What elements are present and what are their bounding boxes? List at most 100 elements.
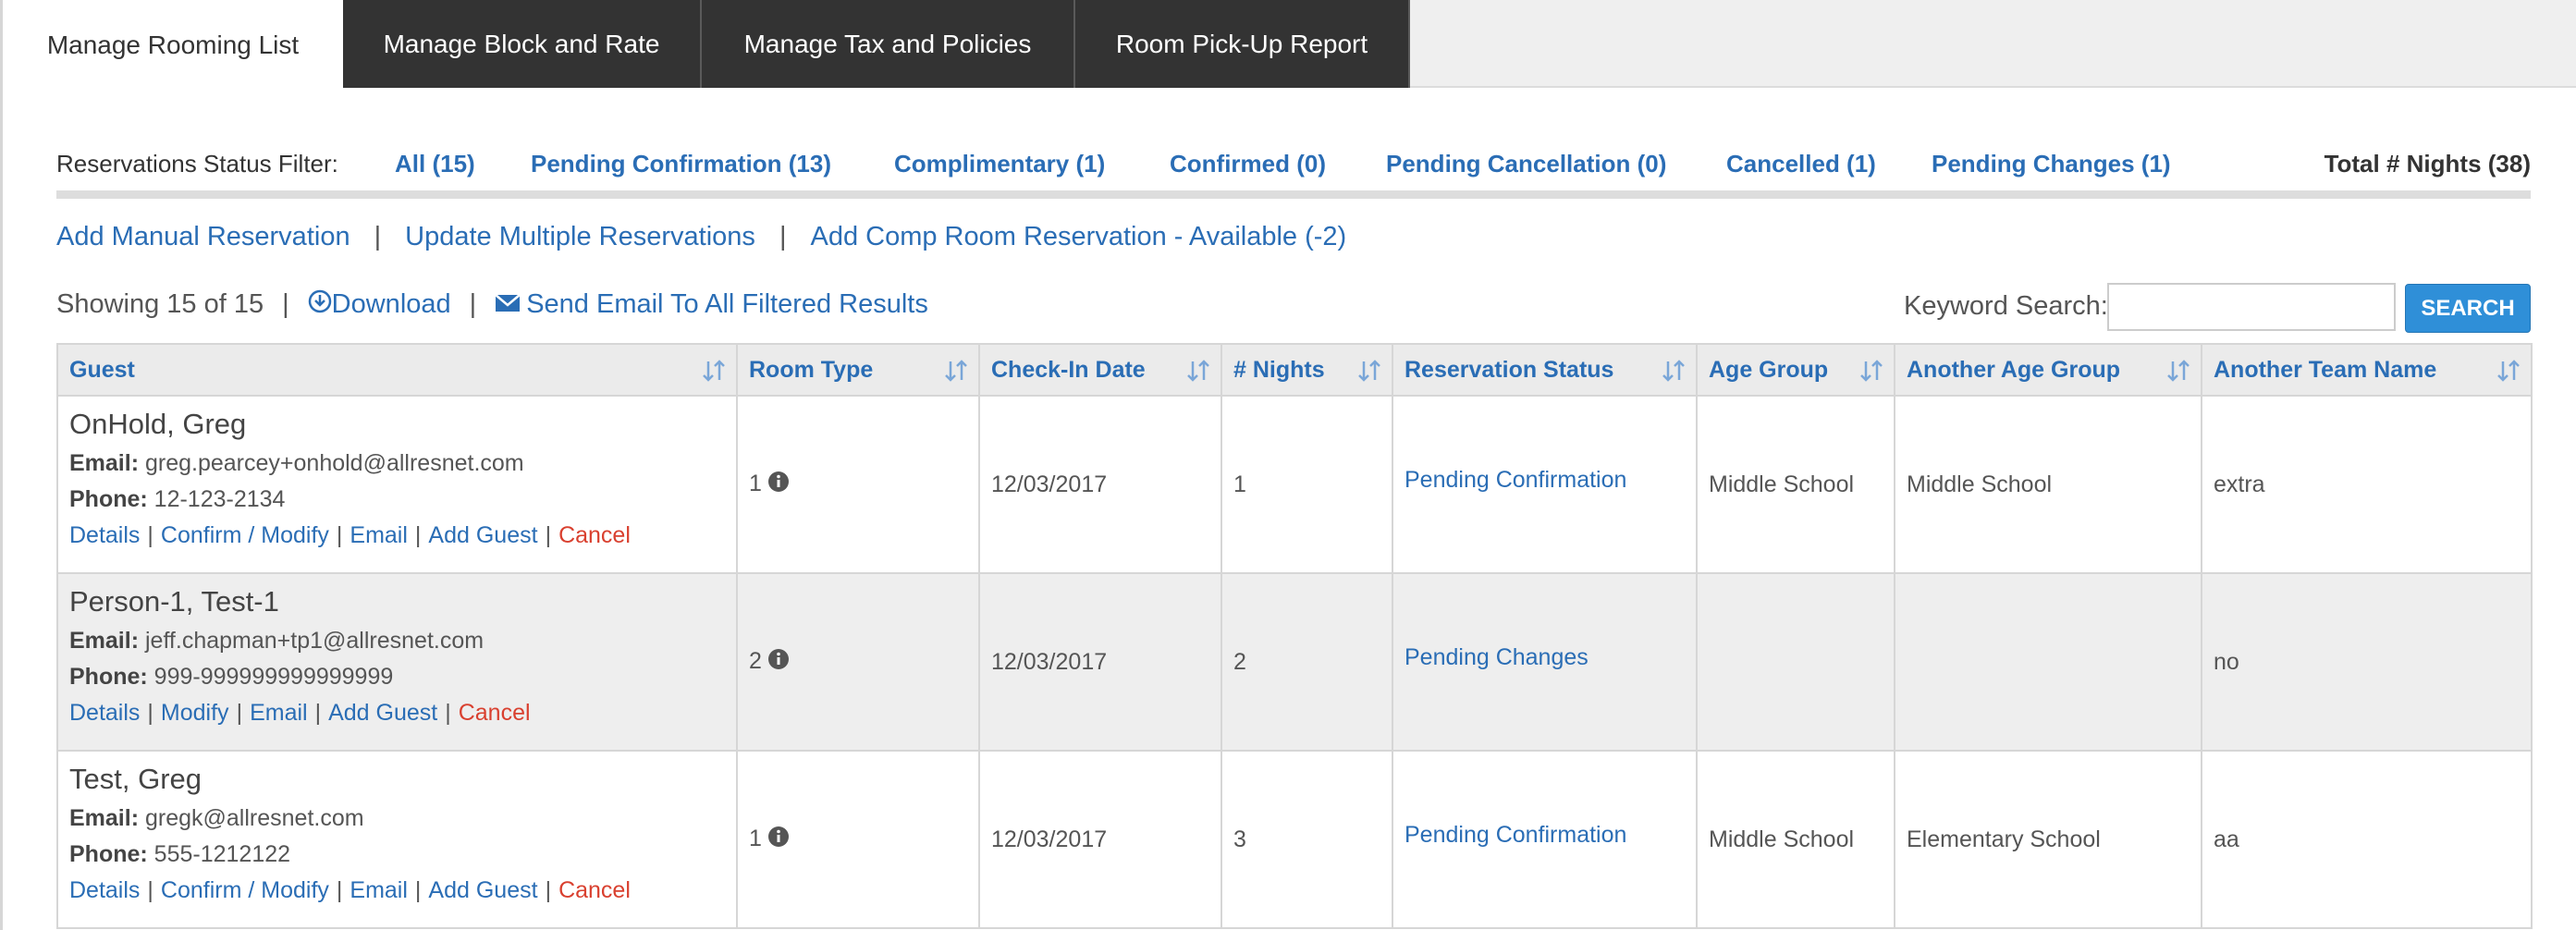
filter-confirmed[interactable]: Confirmed (0) — [1170, 150, 1326, 178]
sort-icon[interactable] — [945, 359, 967, 389]
check-in-cell: 12/03/2017 — [978, 572, 1222, 752]
reservation-status-link[interactable]: Pending Changes — [1405, 644, 1589, 670]
column-header-reservation-status[interactable]: Reservation Status — [1392, 343, 1698, 397]
add-guest-link[interactable]: Add Guest — [428, 877, 537, 903]
filter-cancelled[interactable]: Cancelled (1) — [1726, 150, 1876, 178]
phone-label: Phone: — [69, 664, 148, 690]
sort-icon[interactable] — [2497, 359, 2520, 389]
column-label: Age Group — [1709, 356, 1829, 383]
nights-cell: 1 — [1221, 395, 1393, 574]
confirm-modify-link[interactable]: Confirm / Modify — [161, 877, 329, 903]
filter-pending-cancellation[interactable]: Pending Cancellation (0) — [1386, 150, 1666, 178]
info-icon[interactable] — [767, 648, 790, 677]
add-guest-link[interactable]: Add Guest — [428, 522, 537, 548]
nights-cell: 2 — [1221, 572, 1393, 752]
sort-icon[interactable] — [703, 359, 725, 389]
details-link[interactable]: Details — [69, 877, 140, 903]
email-link[interactable]: Email — [250, 700, 308, 726]
column-header-another-team-name[interactable]: Another Team Name — [2201, 343, 2533, 397]
phone-label: Phone: — [69, 486, 148, 512]
guest-email: Email: greg.pearcey+onhold@allresnet.com — [69, 450, 725, 477]
filter-divider — [56, 190, 2531, 199]
tab-manage-block-and-rate[interactable]: Manage Block and Rate — [343, 0, 702, 88]
modify-link[interactable]: Modify — [161, 700, 229, 726]
room-type-cell: 2 — [736, 572, 980, 752]
total-nights: Total # Nights (38) — [2324, 150, 2531, 177]
column-header-check-in-date[interactable]: Check-In Date — [978, 343, 1222, 397]
another-age-group-cell — [1894, 572, 2202, 752]
email-link[interactable]: Email — [350, 522, 408, 548]
confirm-modify-link[interactable]: Confirm / Modify — [161, 522, 329, 548]
email-label: Email: — [69, 628, 140, 654]
info-icon[interactable] — [767, 826, 790, 854]
sort-icon[interactable] — [2167, 359, 2190, 389]
guest-phone: Phone: 999-999999999999999 — [69, 664, 725, 691]
status-filter-label: Reservations Status Filter: — [56, 150, 338, 177]
filter-pending-confirmation[interactable]: Pending Confirmation (13) — [531, 150, 831, 178]
cancel-link[interactable]: Cancel — [558, 877, 631, 903]
sort-icon[interactable] — [1860, 359, 1883, 389]
sort-icon[interactable] — [1662, 359, 1685, 389]
email-label: Email: — [69, 450, 140, 476]
add-guest-link[interactable]: Add Guest — [328, 700, 437, 726]
email-link[interactable]: Email — [350, 877, 408, 903]
column-header-guest[interactable]: Guest — [56, 343, 738, 397]
another-age-group-cell: Middle School — [1894, 395, 2202, 574]
email-value: gregk@allresnet.com — [144, 805, 364, 831]
update-multiple-reservations-link[interactable]: Update Multiple Reservations — [405, 222, 755, 251]
send-email-link[interactable]: Send Email To All Filtered Results — [495, 289, 928, 319]
column-header-room-type[interactable]: Room Type — [736, 343, 980, 397]
add-comp-room-reservation-link[interactable]: Add Comp Room Reservation - Available (-… — [810, 222, 1346, 251]
team-name-cell: aa — [2201, 750, 2533, 929]
column-header-age-group[interactable]: Age Group — [1696, 343, 1895, 397]
reservation-status-link[interactable]: Pending Confirmation — [1405, 467, 1626, 493]
phone-value: 555-1212122 — [153, 841, 291, 867]
phone-value: 12-123-2134 — [153, 486, 286, 512]
column-label: Another Age Group — [1907, 356, 2121, 383]
age-group-cell: Middle School — [1696, 395, 1895, 574]
cancel-link[interactable]: Cancel — [459, 700, 531, 726]
guest-phone: Phone: 12-123-2134 — [69, 486, 725, 513]
column-label: # Nights — [1233, 356, 1325, 383]
details-link[interactable]: Details — [69, 522, 140, 548]
details-link[interactable]: Details — [69, 700, 140, 726]
column-header-nights[interactable]: # Nights — [1221, 343, 1393, 397]
column-header-another-age-group[interactable]: Another Age Group — [1894, 343, 2202, 397]
table-row: Person-1, Test-1 Email: jeff.chapman+tp1… — [56, 572, 2533, 752]
filter-all[interactable]: All (15) — [395, 150, 475, 178]
room-type-cell: 1 — [736, 395, 980, 574]
keyword-search-input[interactable] — [2107, 283, 2396, 331]
filter-complimentary[interactable]: Complimentary (1) — [894, 150, 1105, 178]
guest-cell: Test, Greg Email: gregk@allresnet.com Ph… — [56, 750, 738, 929]
tab-manage-tax-and-policies[interactable]: Manage Tax and Policies — [702, 0, 1075, 88]
tab-bar: Manage Rooming List Manage Block and Rat… — [3, 0, 2576, 90]
rooming-list-table: Guest Room Type Check-In Date # Nights R… — [56, 343, 2533, 929]
column-label: Guest — [69, 356, 135, 383]
table-header-row: Guest Room Type Check-In Date # Nights R… — [56, 343, 2533, 397]
team-name-cell: extra — [2201, 395, 2533, 574]
filter-pending-changes[interactable]: Pending Changes (1) — [1932, 150, 2171, 178]
tab-room-pickup-report[interactable]: Room Pick-Up Report — [1075, 0, 1410, 88]
email-value: jeff.chapman+tp1@allresnet.com — [144, 628, 485, 654]
info-icon[interactable] — [767, 471, 790, 499]
room-type-cell: 1 — [736, 750, 980, 929]
add-manual-reservation-link[interactable]: Add Manual Reservation — [56, 222, 350, 251]
reservation-status-link[interactable]: Pending Confirmation — [1405, 822, 1626, 848]
download-link[interactable]: Download — [308, 289, 451, 319]
room-type-value: 1 — [749, 825, 762, 851]
room-type-value: 2 — [749, 647, 762, 674]
results-summary: Showing 15 of 15 | Download | Send Email To … — [56, 289, 928, 321]
cancel-link[interactable]: Cancel — [558, 522, 631, 548]
guest-cell: Person-1, Test-1 Email: jeff.chapman+tp1… — [56, 572, 738, 752]
check-in-cell: 12/03/2017 — [978, 395, 1222, 574]
column-label: Another Team Name — [2214, 356, 2437, 383]
sort-icon[interactable] — [1187, 359, 1209, 389]
search-button[interactable]: SEARCH — [2405, 284, 2531, 333]
keyword-search-label: Keyword Search: — [1904, 291, 2108, 321]
table-row: Test, Greg Email: gregk@allresnet.com Ph… — [56, 750, 2533, 929]
separator: | — [374, 222, 382, 251]
sort-icon[interactable] — [1358, 359, 1380, 389]
room-type-value: 1 — [749, 470, 762, 496]
guest-name: Person-1, Test-1 — [69, 585, 279, 618]
tab-manage-rooming-list[interactable]: Manage Rooming List — [3, 0, 343, 90]
